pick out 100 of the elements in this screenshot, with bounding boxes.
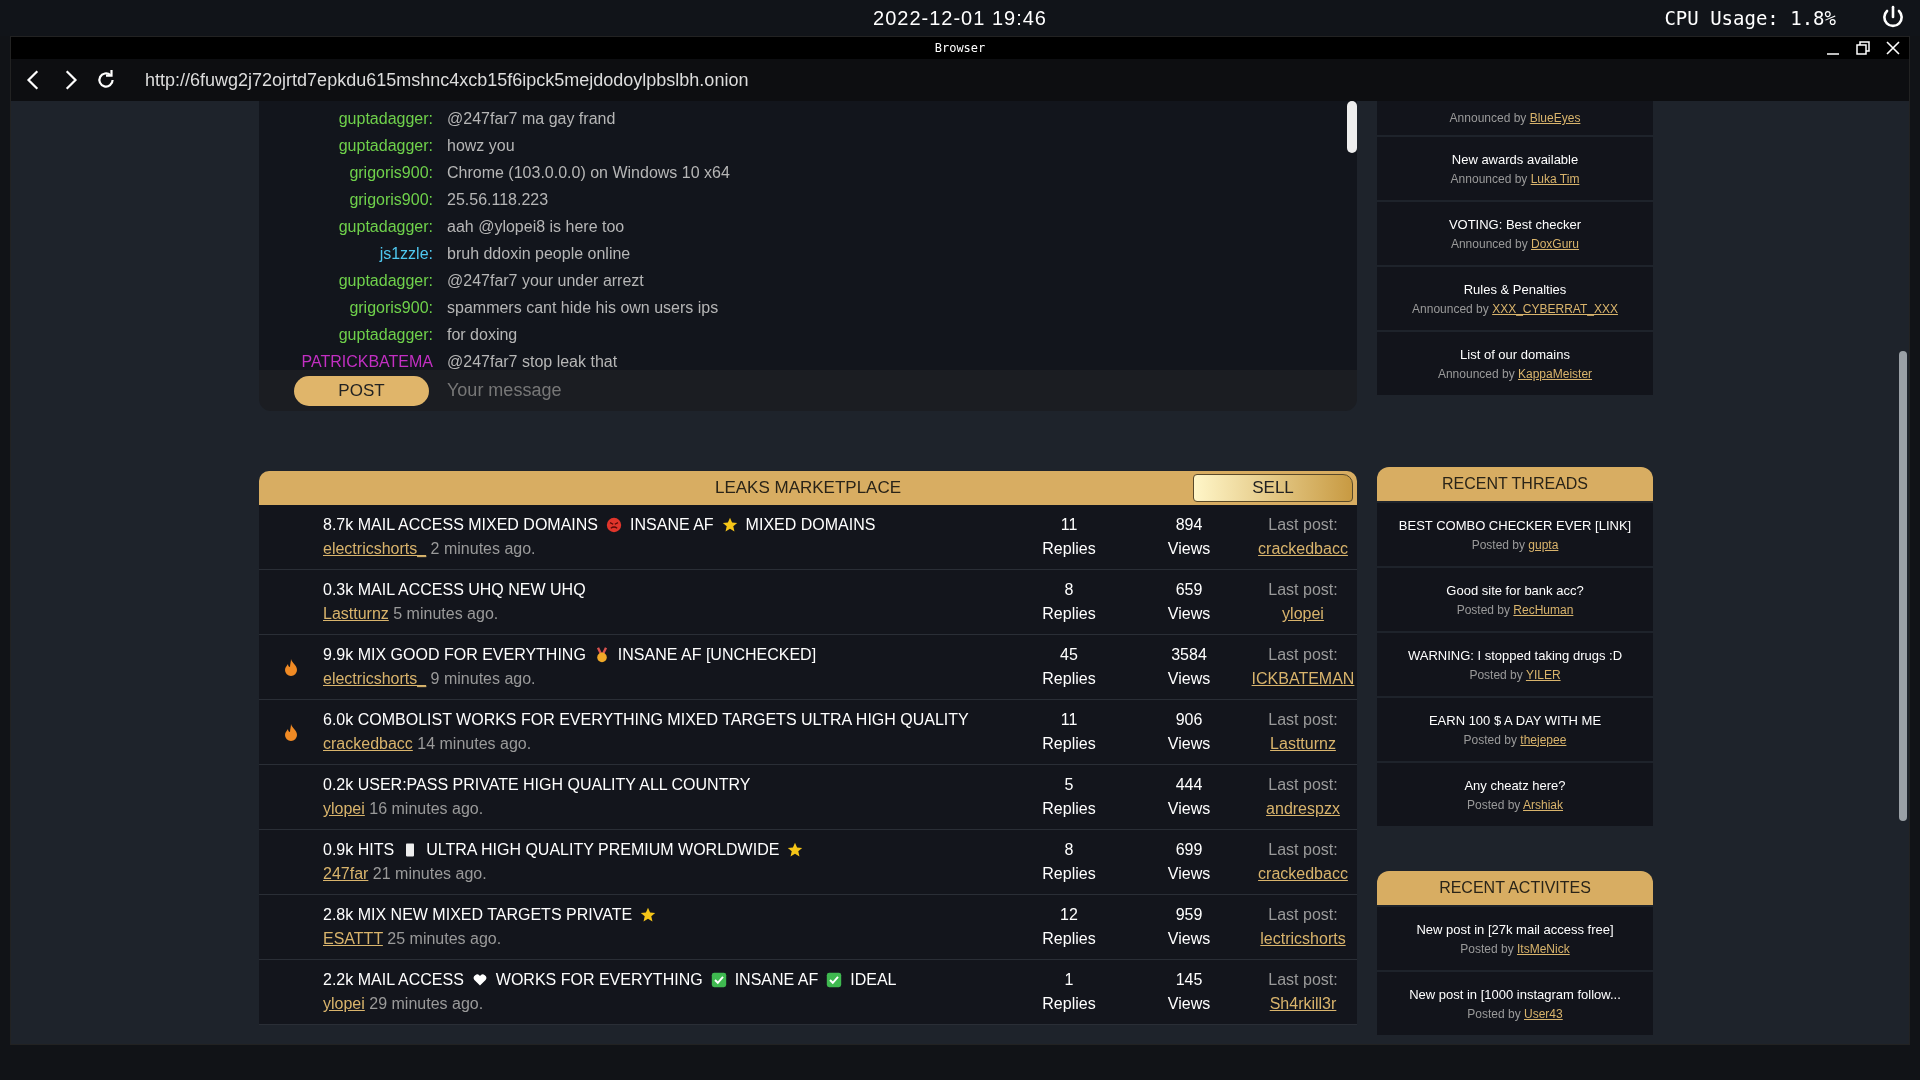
post-card[interactable]: List of our domains Announced by KappaMeister — [1377, 332, 1653, 395]
panel-header: RECENT THREADS — [1377, 467, 1653, 501]
byline-label: Posted by — [1466, 797, 1521, 812]
chat-username: guptadagger: — [337, 217, 433, 236]
user-link[interactable]: ylopei — [1282, 605, 1324, 623]
post-card[interactable]: BEST COMBO CHECKER EVER [LINK] Posted by gupta — [1377, 503, 1653, 566]
reply-count: 8 — [1064, 841, 1074, 859]
stat-label: Replies — [1042, 540, 1096, 558]
thread-row[interactable]: 2.2k MAIL ACCESS WORKS FOR EVERYTHING INSANE AF IDEAL ylopei 29 minutes ago. 1 Replies 145 Views Last post: Sh4rkill3r — [259, 960, 1357, 1025]
thread-row[interactable]: 0.9k HITS ULTRA HIGH QUALITY PREMIUM WORLDWIDE 247far 21 minutes ago. 8 Replies 699 Views Last post: crackedbacc — [259, 830, 1357, 895]
stat-label: Replies — [1042, 865, 1096, 883]
author-link[interactable]: crackedbacc — [323, 735, 413, 752]
stat-label: Views — [1167, 800, 1211, 818]
byline-label: Posted by — [1471, 537, 1525, 552]
post-time: 21 minutes ago. — [372, 865, 487, 882]
thread-title[interactable]: 2.8k MIX NEW MIXED TARGETS PRIVATE — [323, 906, 633, 924]
post-card[interactable]: EARN 100 $ A DAY WITH ME Posted by thejepee — [1377, 698, 1653, 761]
author-link[interactable]: ESATTT — [323, 930, 383, 947]
stat-label: Views — [1167, 995, 1211, 1013]
scrollbar-thumb[interactable] — [1347, 101, 1357, 153]
user-link[interactable]: BlueEyes — [1529, 111, 1581, 125]
author-link[interactable]: electricshorts_ — [323, 540, 427, 557]
thread-title[interactable]: 0.3k MAIL ACCESS UHQ NEW UHQ — [323, 581, 586, 599]
user-link[interactable]: Luka Tim — [1530, 171, 1580, 186]
user-link[interactable]: Arshiak — [1523, 797, 1564, 812]
user-link[interactable]: crackedbacc — [1258, 865, 1348, 883]
reply-count: 45 — [1060, 646, 1078, 664]
user-link[interactable]: andrespzx — [1266, 800, 1340, 818]
chat-username: guptadagger: — [337, 271, 433, 290]
thread-row[interactable]: 6.0k COMBOLIST WORKS FOR EVERYTHING MIXED TARGETS ULTRA HIGH QUALITY crackedbacc 14 minutes ago. 11 Replies 906 Views Last post: Lastturnz — [259, 700, 1357, 765]
chat-message: @247far7 stop leak that — [447, 352, 618, 370]
post-time: 29 minutes ago. — [369, 995, 484, 1012]
thread-title[interactable]: MIXED DOMAINS — [745, 516, 876, 534]
post-card[interactable]: New post in [27k mail access free] Posted by ItsMeNick — [1377, 907, 1653, 970]
author-link[interactable]: ylopei — [323, 995, 365, 1012]
thread-title[interactable]: INSANE AF [UNCHECKED] — [617, 646, 817, 664]
scrollbar-thumb[interactable] — [1899, 351, 1907, 821]
post-button[interactable]: POST — [294, 375, 429, 406]
author-link[interactable]: Lastturnz — [323, 605, 389, 622]
user-link[interactable]: ICKBATEMAN — [1251, 670, 1355, 688]
user-link[interactable]: Lastturnz — [1270, 735, 1336, 753]
thread-title[interactable]: 6.0k COMBOLIST WORKS FOR EVERYTHING MIXED TARGETS ULTRA HIGH QUALITY — [323, 711, 969, 729]
author-link[interactable]: ylopei — [323, 800, 365, 817]
author-link[interactable]: electricshorts_ — [323, 670, 427, 687]
post-title: List of our domains — [1460, 346, 1570, 362]
last-post-label: Last post: — [1268, 776, 1338, 794]
post-card[interactable]: VOTING: Best checker Announced by DoxGuru — [1377, 202, 1653, 265]
user-link[interactable]: XXX_CYBERRAT_XXX — [1492, 301, 1618, 316]
thread-row[interactable]: 9.9k MIX GOOD FOR EVERYTHING INSANE AF [UNCHECKED] electricshorts_ 9 minutes ago. 45 Replies 3584 Views Last post: ICKBATEMAN — [259, 635, 1357, 700]
post-time: 9 minutes ago. — [430, 670, 536, 687]
post-title: BEST COMBO CHECKER EVER [LINK] — [1398, 517, 1632, 533]
post-card[interactable]: WARNING: I stopped taking drugs :D Posted by YILER — [1377, 633, 1653, 696]
message-field[interactable]: Your message — [445, 379, 1357, 402]
user-link[interactable]: lectricshorts — [1260, 930, 1346, 948]
view-count: 659 — [1175, 581, 1203, 599]
maximize-icon[interactable] — [1855, 40, 1871, 56]
user-link[interactable]: RecHuman — [1513, 602, 1574, 617]
user-link[interactable]: User43 — [1524, 1006, 1563, 1021]
post-card[interactable]: Any cheatz here? Posted by Arshiak — [1377, 763, 1653, 826]
thread-title[interactable]: WORKS FOR EVERYTHING — [495, 971, 703, 989]
star-icon — [787, 842, 804, 858]
post-card[interactable]: Rules & Penalties Announced by XXX_CYBERRAT_XXX — [1377, 267, 1653, 330]
star-icon — [721, 517, 738, 533]
chat-username: guptadagger: — [337, 109, 433, 128]
thread-title[interactable]: IDEAL — [850, 971, 897, 989]
user-link[interactable]: DoxGuru — [1531, 236, 1580, 251]
post-card[interactable]: Announced by BlueEyes — [1377, 101, 1653, 135]
thread-row[interactable]: 0.2k USER:PASS PRIVATE HIGH QUALITY ALL COUNTRY ylopei 16 minutes ago. 5 Replies 444 Views Last post: andrespzx — [259, 765, 1357, 830]
thread-title[interactable]: INSANE AF — [630, 516, 714, 534]
user-link[interactable]: Sh4rkill3r — [1269, 995, 1337, 1013]
user-link[interactable]: thejepee — [1520, 732, 1567, 747]
user-link[interactable]: gupta — [1528, 537, 1559, 552]
thread-title[interactable]: 0.9k HITS — [323, 841, 395, 859]
post-title: New awards available — [1451, 151, 1579, 167]
thread-row[interactable]: 2.8k MIX NEW MIXED TARGETS PRIVATE ESATTT 25 minutes ago. 12 Replies 959 Views Last post: lectricshorts — [259, 895, 1357, 960]
reload-icon[interactable] — [95, 69, 117, 91]
chat-username: guptadagger: — [337, 136, 433, 155]
thread-row[interactable]: 0.3k MAIL ACCESS UHQ NEW UHQ Lastturnz 5 minutes ago. 8 Replies 659 Views Last post: ylopei — [259, 570, 1357, 635]
user-link[interactable]: crackedbacc — [1258, 540, 1348, 558]
post-card[interactable]: Good site for bank acc? Posted by RecHuman — [1377, 568, 1653, 631]
thread-title[interactable]: INSANE AF — [734, 971, 819, 989]
close-icon[interactable] — [1885, 40, 1901, 56]
post-title: New post in [27k mail access free] — [1416, 921, 1614, 937]
post-card[interactable]: New awards available Announced by Luka Tim — [1377, 137, 1653, 200]
thread-title[interactable]: 0.2k USER:PASS PRIVATE HIGH QUALITY ALL COUNTRY — [323, 776, 751, 794]
thread-title[interactable]: 8.7k MAIL ACCESS MIXED DOMAINS — [323, 516, 599, 534]
author-link[interactable]: 247far — [323, 865, 369, 882]
thread-title[interactable]: 9.9k MIX GOOD FOR EVERYTHING — [323, 646, 586, 664]
sell-button[interactable]: SELL — [1193, 474, 1353, 502]
thread-title[interactable]: 2.2k MAIL ACCESS — [323, 971, 464, 989]
chat-username: PATRICKBATEMA — [300, 352, 433, 370]
user-link[interactable]: YILER — [1525, 667, 1561, 682]
user-link[interactable]: ItsMeNick — [1517, 941, 1570, 956]
url-field[interactable]: http://6fuwg2j72ojrtd7epkdu615mshnc4xcb15f6ipck5mejdodoylpbslbh.onion — [145, 69, 749, 91]
thread-row[interactable]: 8.7k MAIL ACCESS MIXED DOMAINS INSANE AF MIXED DOMAINS electricshorts_ 2 minutes ago. 11 Replies 894 Views Last post: crackedbacc — [259, 505, 1357, 570]
stat-label: Views — [1167, 735, 1211, 753]
post-card[interactable]: New post in [1000 instagram follow... Posted by User43 — [1377, 972, 1653, 1035]
chat-message: @247far7 your under arrezt — [447, 271, 644, 290]
thread-title[interactable]: ULTRA HIGH QUALITY PREMIUM WORLDWIDE — [426, 841, 780, 859]
user-link[interactable]: KappaMeister — [1518, 366, 1593, 381]
